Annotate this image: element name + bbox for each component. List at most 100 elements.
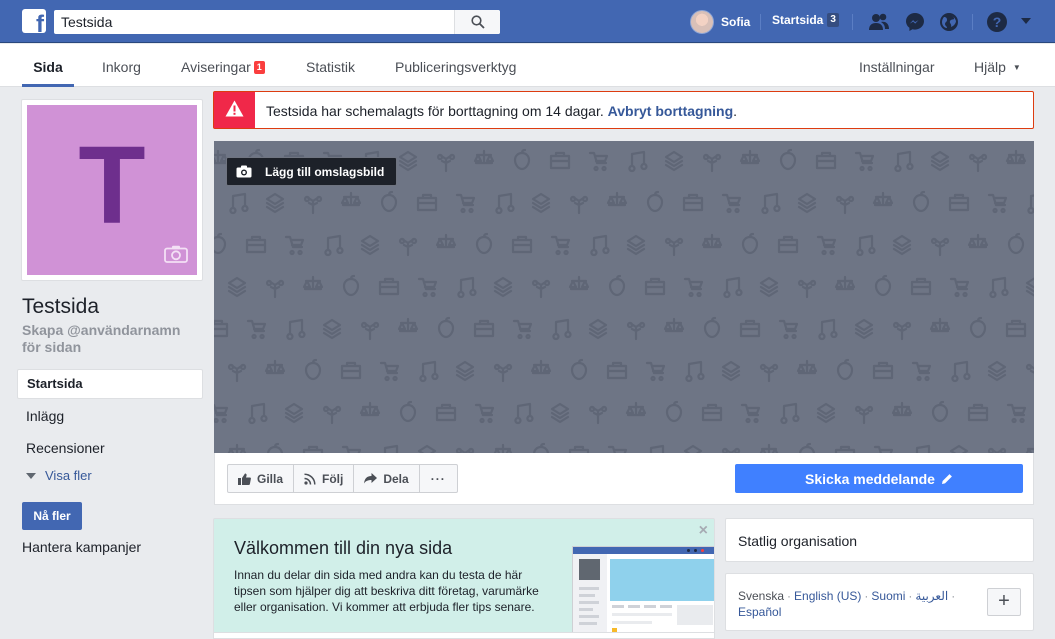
cover-pattern-icon	[475, 232, 493, 255]
cover-pattern-icon	[1005, 149, 1027, 165]
cover-pattern-icon	[359, 401, 381, 417]
tab-settings[interactable]: Inställningar	[859, 44, 935, 87]
cover-pattern-icon	[435, 233, 457, 249]
cover-pattern-icon	[435, 403, 457, 422]
cover-pattern-icon	[214, 319, 229, 338]
cover-pattern-icon	[816, 235, 837, 256]
svg-text:?: ?	[993, 14, 1002, 30]
language-card: Svenska · English (US) · Suomi · العربية · Españ…	[725, 573, 1034, 631]
cover-pattern-icon	[380, 190, 398, 213]
cover-pattern-icon	[892, 321, 912, 341]
help-menu[interactable]: Hjälp ▼	[974, 44, 1021, 87]
follow-button[interactable]: Följ	[293, 464, 355, 493]
cover-pattern-icon	[969, 316, 987, 339]
cover-pattern-icon	[303, 195, 323, 215]
cover-pattern-icon	[759, 363, 779, 383]
cover-pattern-icon	[383, 444, 399, 453]
cover-pattern-icon	[550, 235, 571, 256]
cover-pattern-icon	[628, 150, 648, 173]
messenger-icon[interactable]	[904, 11, 926, 33]
cover-pattern-icon	[894, 150, 914, 173]
add-language-button[interactable]: +	[987, 588, 1021, 616]
cover-pattern-icon	[398, 237, 418, 257]
camera-icon	[236, 165, 252, 178]
cover-pattern-icon	[682, 193, 704, 212]
language-link[interactable]: Suomi	[871, 589, 905, 603]
cover-pattern-icon	[214, 232, 227, 255]
cover-pattern-icon	[685, 360, 705, 383]
cancel-deletion-link[interactable]: Avbryt borttagning	[608, 103, 733, 119]
cover-pattern-icon	[741, 232, 759, 255]
left-nav-reviews[interactable]: Recensioner	[26, 440, 105, 456]
show-more-link[interactable]: Visa fler	[26, 468, 92, 483]
cover-pattern-icon	[854, 318, 874, 340]
language-link[interactable]: English (US)	[794, 589, 861, 603]
cover-pattern-icon	[761, 192, 781, 215]
boost-reach-button[interactable]: Nå fler	[22, 502, 82, 530]
profile-picture[interactable]: T	[21, 99, 203, 281]
page-category[interactable]: Statlig organisation	[738, 533, 857, 549]
send-message-button[interactable]: Skicka meddelande	[735, 464, 1023, 493]
left-nav-home[interactable]: Startsida	[17, 369, 203, 399]
camera-icon[interactable]	[164, 245, 188, 266]
cover-pattern-icon	[929, 317, 951, 333]
cover-pattern-icon	[967, 233, 989, 249]
like-button[interactable]: Gilla	[227, 464, 295, 493]
tab-inbox[interactable]: Inkorg	[102, 44, 141, 87]
cover-pattern-icon	[588, 151, 609, 172]
cover-pattern-icon	[530, 359, 552, 375]
search-button[interactable]	[454, 10, 500, 34]
cover-pattern-icon	[701, 403, 723, 422]
user-name: Sofia	[721, 15, 751, 29]
cover-pattern-icon	[987, 193, 1008, 214]
tab-publishing-tools[interactable]: Publiceringsverktyg	[395, 44, 516, 87]
language-list: Svenska · English (US) · Suomi · العربية · Españ…	[738, 589, 956, 619]
cover-pattern-icon	[777, 235, 799, 254]
cover-pattern-icon	[912, 190, 930, 213]
language-link[interactable]: Español	[738, 605, 781, 619]
cover-pattern-icon	[455, 193, 476, 214]
globe-notifications-icon[interactable]	[938, 11, 960, 33]
facebook-logo[interactable]: f	[22, 9, 46, 33]
cover-pattern-icon	[797, 192, 817, 214]
cover-pattern-icon	[436, 153, 456, 173]
add-cover-photo-button[interactable]: Lägg till omslagsbild	[226, 157, 398, 186]
close-icon[interactable]: ×	[699, 522, 708, 540]
cover-pattern-icon	[796, 359, 818, 375]
help-icon[interactable]: ?	[986, 11, 1008, 33]
account-menu-chevron-icon[interactable]	[1020, 15, 1032, 25]
share-button[interactable]: Dela	[353, 464, 420, 493]
left-nav-posts[interactable]: Inlägg	[26, 408, 64, 424]
cover-pattern-icon	[286, 318, 306, 341]
tab-insights[interactable]: Statistik	[306, 44, 355, 87]
tab-notifications[interactable]: Aviseringar 1	[181, 44, 265, 87]
cover-pattern-icon	[473, 319, 495, 338]
alert-period: .	[733, 103, 738, 119]
cover-pattern-icon	[759, 276, 779, 298]
cover-pattern-icon	[625, 401, 647, 417]
profile-link[interactable]: Sofia	[690, 10, 750, 34]
cover-pattern-icon	[324, 234, 344, 257]
cover-pattern-icon	[531, 279, 551, 299]
cover-pattern-icon	[815, 151, 837, 170]
cover-pattern-icon	[949, 277, 970, 298]
cover-pattern-icon	[455, 360, 475, 382]
welcome-title: Välkommen till din nya sida	[234, 538, 453, 558]
search-input[interactable]	[54, 10, 454, 34]
cover-pattern-icon	[266, 442, 284, 453]
cover-pattern-icon	[360, 234, 380, 256]
more-options-button[interactable]: ···	[418, 464, 458, 493]
home-link[interactable]: Startsida 3	[772, 13, 839, 27]
cover-pattern-icon	[514, 402, 534, 425]
manage-campaigns-link[interactable]: Hantera kampanjer	[22, 539, 141, 555]
create-username-link[interactable]: Skapa @användarnamn för sidan	[22, 322, 192, 356]
cover-pattern-icon	[951, 360, 971, 383]
friend-requests-icon[interactable]	[868, 11, 890, 33]
cover-pattern-icon	[302, 275, 324, 291]
cover-pattern-icon	[872, 361, 894, 380]
cover-pattern-icon	[1027, 194, 1034, 215]
tab-page[interactable]: Sida	[22, 44, 74, 87]
language-link[interactable]: العربية	[915, 589, 948, 603]
cover-pattern-icon	[493, 363, 513, 383]
warning-icon	[225, 100, 244, 117]
